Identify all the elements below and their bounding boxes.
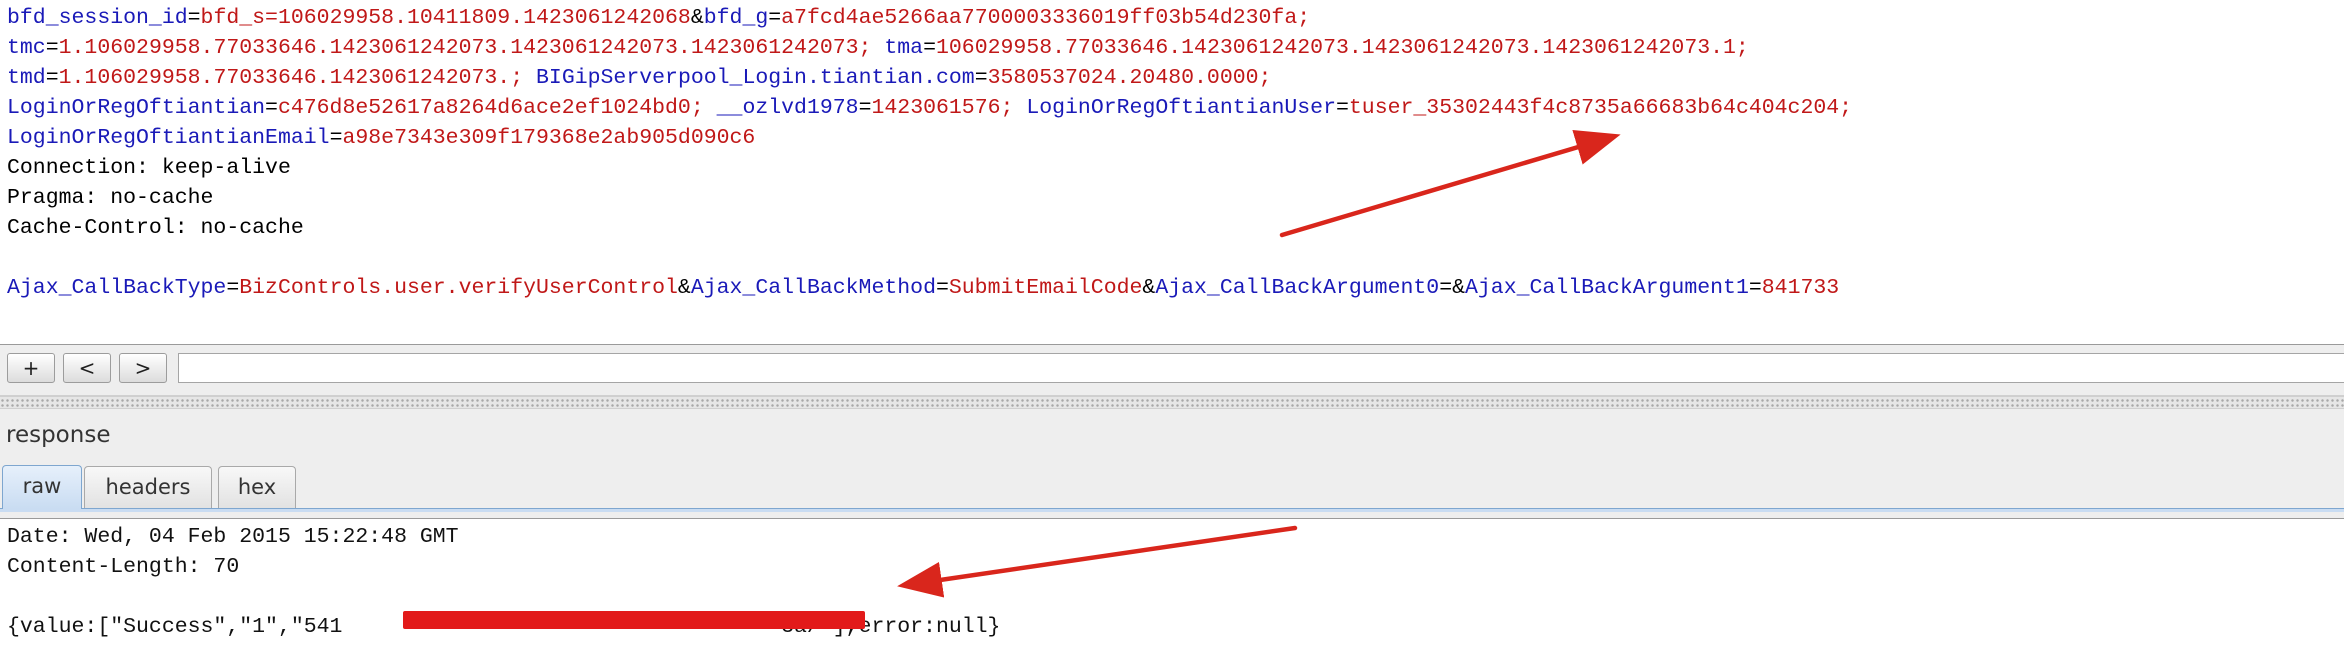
request-line: bfd_session_id=bfd_s=106029958.10411809.… xyxy=(7,4,1310,32)
param-value: SubmitEmailCode xyxy=(948,276,1143,300)
tab-raw[interactable]: raw xyxy=(2,465,82,509)
request-line: Pragma: no-cache xyxy=(7,184,213,212)
response-raw-pane[interactable]: Date: Wed, 04 Feb 2015 15:22:48 GMT Cont… xyxy=(0,518,2344,659)
line-text: = xyxy=(187,6,201,30)
line-text: = xyxy=(935,276,949,300)
request-line: tmd=1.106029958.77033646.1423061242073.;… xyxy=(7,64,1271,92)
request-line: Cache-Control: no-cache xyxy=(7,214,304,242)
request-line: tmc=1.106029958.77033646.1423061242073.1… xyxy=(7,34,1749,62)
line-text: = xyxy=(1335,96,1349,120)
param-key: BIGipServerpool_Login.tiantian.com xyxy=(536,66,975,90)
param-key: Ajax_CallBackMethod xyxy=(690,276,936,300)
add-button[interactable]: + xyxy=(7,353,55,383)
redaction-bar xyxy=(403,611,865,629)
tab-strip-divider xyxy=(0,508,2344,512)
line-text: = xyxy=(1748,276,1762,300)
line-text: = xyxy=(45,36,59,60)
param-key: Ajax_CallBackType xyxy=(7,276,227,300)
request-line: LoginOrRegOftiantian=c476d8e52617a8264d6… xyxy=(7,94,1852,122)
line-text: = xyxy=(923,36,936,60)
param-key: tmd xyxy=(7,66,46,90)
line-text: =& xyxy=(1439,276,1465,300)
line-text: & xyxy=(1142,276,1156,300)
line-text: = xyxy=(858,96,872,120)
response-title: response xyxy=(6,422,111,448)
line-text: Connection: keep-alive xyxy=(7,156,291,180)
request-raw-pane[interactable]: bfd_session_id=bfd_s=106029958.10411809.… xyxy=(0,0,2344,345)
param-key: bfd_g xyxy=(703,6,769,30)
line-text: = xyxy=(768,6,782,30)
param-key: __ozlvd1978 xyxy=(716,96,859,120)
line-text: = xyxy=(45,66,59,90)
param-value: bfd_s=106029958.10411809.1423061242068 xyxy=(200,6,691,30)
line-text: = xyxy=(226,276,240,300)
param-value: 841733 xyxy=(1761,276,1840,300)
pane-splitter[interactable] xyxy=(0,396,2344,409)
param-key: LoginOrRegOftiantian xyxy=(7,96,266,120)
param-key: LoginOrRegOftiantianUser xyxy=(1026,96,1336,120)
line-text xyxy=(704,96,717,120)
line-text: & xyxy=(677,276,691,300)
param-value: 1423061576; xyxy=(871,96,1014,120)
request-line: LoginOrRegOftiantianEmail=a98e7343e309f1… xyxy=(7,124,755,152)
param-value: a7fcd4ae5266aa7700003336019ff03b54d230fa… xyxy=(781,6,1311,30)
param-key: tmc xyxy=(7,36,46,60)
param-key: LoginOrRegOftiantianEmail xyxy=(7,126,330,150)
request-toolbar: + < > xyxy=(0,345,2344,396)
param-value: 106029958.77033646.1423061242073.1423061… xyxy=(936,36,1749,60)
request-line: Connection: keep-alive xyxy=(7,154,291,182)
line-text xyxy=(1013,96,1026,120)
request-line: Ajax_CallBackType=BizControls.user.verif… xyxy=(7,274,1839,302)
tab-headers[interactable]: headers xyxy=(84,466,212,508)
line-text: = xyxy=(329,126,343,150)
line-text: Cache-Control: no-cache xyxy=(7,216,304,240)
line-text: = xyxy=(265,96,278,120)
line-text xyxy=(523,66,536,90)
line-text: Pragma: no-cache xyxy=(7,186,214,210)
line-text: & xyxy=(690,6,704,30)
line-text: = xyxy=(974,66,988,90)
param-value: tuser_35302443f4c8735a66683b64c404c204; xyxy=(1348,96,1853,120)
param-value: 3580537024.20480.0000; xyxy=(987,66,1272,90)
param-value: BizControls.user.verifyUserControl xyxy=(239,276,678,300)
line-text xyxy=(871,36,884,60)
response-line-date: Date: Wed, 04 Feb 2015 15:22:48 GMT xyxy=(7,525,459,549)
param-key: tma xyxy=(884,36,924,60)
response-header: response raw headers hex xyxy=(0,409,2344,519)
next-button[interactable]: > xyxy=(119,353,167,383)
tab-hex[interactable]: hex xyxy=(218,466,296,508)
search-input[interactable] xyxy=(178,353,2344,383)
response-line-content-length: Content-Length: 70 xyxy=(7,555,240,579)
param-key: bfd_session_id xyxy=(7,6,188,30)
param-value: c476d8e52617a8264d6ace2ef1024bd0; xyxy=(277,96,704,120)
param-value: 1.106029958.77033646.1423061242073.14230… xyxy=(58,36,872,60)
param-value: 1.106029958.77033646.1423061242073.; xyxy=(58,66,524,90)
previous-button[interactable]: < xyxy=(63,353,111,383)
param-value: a98e7343e309f179368e2ab905d090c6 xyxy=(342,126,756,150)
param-key: Ajax_CallBackArgument1 xyxy=(1465,276,1749,300)
param-key: Ajax_CallBackArgument0 xyxy=(1155,276,1440,300)
